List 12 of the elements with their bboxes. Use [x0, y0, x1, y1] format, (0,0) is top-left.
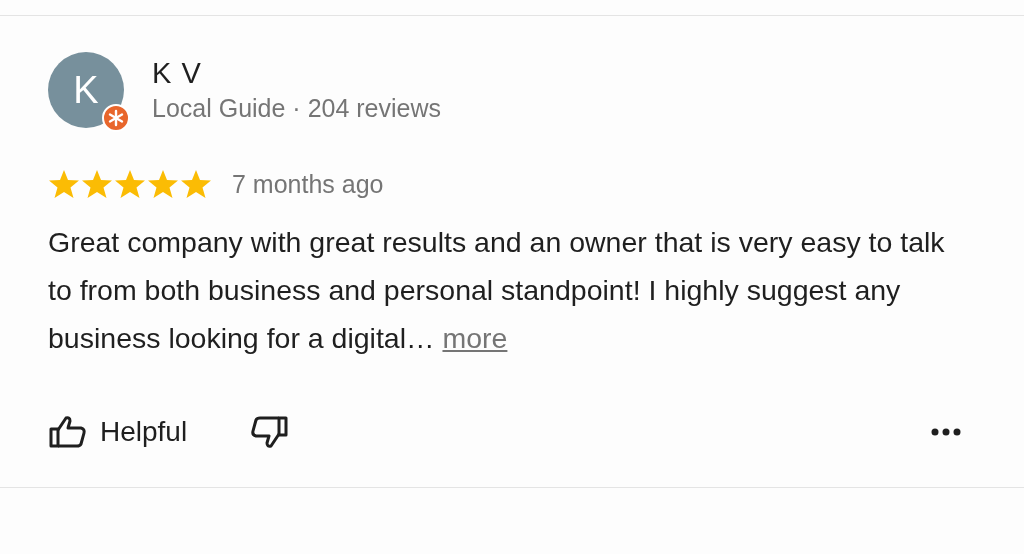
review-time: 7 months ago — [232, 169, 384, 199]
star-icon — [180, 168, 212, 200]
star-icon — [114, 168, 146, 200]
star-icon — [48, 168, 80, 200]
reviewer-meta: Local Guide · 204 reviews — [152, 94, 442, 123]
star-icon — [147, 168, 179, 200]
review-text: Great company with great results and an owner that is very easy to talk to from both business and personal standpoint! I highly suggest any business looking for a digital… more — [48, 225, 946, 356]
helpful-button[interactable]: Helpful — [48, 412, 188, 452]
star-icon — [81, 168, 113, 200]
more-link[interactable]: more — [442, 322, 508, 354]
reviewer-name[interactable]: K V — [152, 57, 442, 90]
more-options-icon[interactable] — [930, 426, 962, 438]
